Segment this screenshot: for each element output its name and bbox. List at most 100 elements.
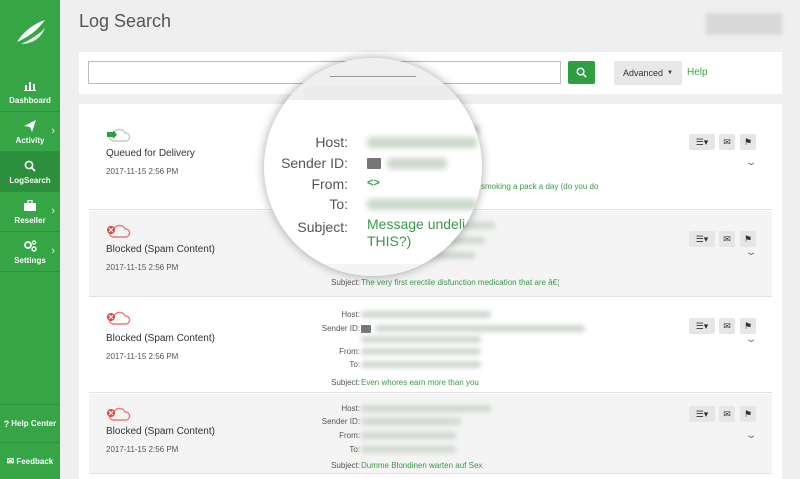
- magnifier-to-label: To:: [329, 196, 348, 212]
- email-button[interactable]: ✉: [719, 231, 735, 247]
- host-label: Host:: [341, 404, 360, 413]
- help-link[interactable]: Help: [687, 67, 708, 78]
- from-value-redacted: [361, 348, 481, 355]
- magnifier-overlay: Host: Sender ID: From: <> To: Subject: M…: [264, 58, 482, 276]
- sender-id-value-redacted: [361, 336, 481, 343]
- status-label: Blocked (Spam Content): [106, 244, 215, 255]
- search-button[interactable]: [568, 61, 595, 84]
- email-button[interactable]: ✉: [719, 318, 735, 334]
- magnifier-sender-id-label: Sender ID:: [281, 155, 348, 171]
- user-menu-button[interactable]: [706, 13, 782, 35]
- envelope-icon: ✉: [6, 456, 15, 466]
- flag-icon: ⚑: [743, 233, 753, 244]
- timestamp: 2017-11-15 2:56 PM: [106, 352, 179, 361]
- list-menu-button[interactable]: ☰▾: [689, 231, 715, 247]
- magnifier-from-value: <>: [367, 177, 380, 189]
- magnifier-sender-id-value-redacted: [387, 158, 447, 169]
- subject-value: Even whores earn more than you: [361, 378, 479, 387]
- host-value-redacted: [361, 405, 491, 412]
- expand-chevron-icon[interactable]: ⌄: [745, 334, 758, 345]
- cloud-blocked-icon: [107, 407, 131, 421]
- magnifier-subject-line-1: Message undeli: [367, 216, 466, 232]
- expand-chevron-icon[interactable]: ⌄: [745, 157, 758, 168]
- chevron-right-icon: ›: [51, 125, 55, 137]
- flag-button[interactable]: ⚑: [740, 406, 756, 422]
- wing-logo-icon: [17, 20, 45, 44]
- sidebar-item-label: Dashboard: [9, 95, 51, 105]
- list-menu-button[interactable]: ☰▾: [689, 134, 715, 150]
- magnifier-subject-label: Subject:: [297, 219, 348, 235]
- feedback-label: Feedback: [16, 457, 54, 466]
- envelope-icon: ✉: [723, 320, 731, 331]
- chevron-right-icon: ›: [51, 245, 55, 257]
- sidebar-item-label: Settings: [14, 255, 46, 265]
- help-center-link[interactable]: ? Help Center: [0, 404, 60, 442]
- sender-id-value-redacted: [375, 325, 585, 332]
- search-icon: [23, 159, 37, 173]
- bar-chart-icon: [23, 79, 37, 93]
- result-row[interactable]: Blocked (Spam Content) 2017-11-15 2:56 P…: [89, 394, 772, 474]
- expand-chevron-icon[interactable]: ⌄: [745, 430, 758, 441]
- gears-icon: [23, 239, 37, 253]
- feedback-link[interactable]: ✉ Feedback: [0, 442, 60, 479]
- sidebar: Dashboard Activity › LogSearch Reseller …: [0, 0, 60, 479]
- subject-label: Subject:: [331, 278, 360, 287]
- magnifier-host-value-redacted: [367, 137, 477, 148]
- email-button[interactable]: ✉: [719, 134, 735, 150]
- result-row[interactable]: Blocked (Spam Content) 2017-11-15 2:56 P…: [89, 298, 772, 393]
- subject-value: smoking a pack a day (do you do: [481, 182, 599, 191]
- advanced-label: Advanced: [623, 68, 664, 78]
- page-title: Log Search: [79, 11, 172, 31]
- subject-label: Subject:: [331, 461, 360, 470]
- list-icon: ☰▾: [695, 136, 709, 147]
- magnifier-subject-line-2: THIS?): [367, 233, 412, 249]
- subject-value: Dumme Blondinen warten auf Sex: [361, 461, 483, 470]
- flag-icon: ⚑: [743, 320, 753, 331]
- host-value-redacted: [361, 311, 491, 318]
- sidebar-item-settings[interactable]: Settings ›: [0, 232, 60, 272]
- sidebar-item-reseller[interactable]: Reseller ›: [0, 192, 60, 232]
- magnifier-from-label: From:: [311, 176, 348, 192]
- host-label: Host:: [341, 310, 360, 319]
- list-menu-button[interactable]: ☰▾: [689, 318, 715, 334]
- list-menu-button[interactable]: ☰▾: [689, 406, 715, 422]
- magnifier-row-divider: [264, 264, 482, 276]
- to-label: To:: [349, 445, 360, 454]
- status-label: Queued for Delivery: [106, 148, 195, 159]
- list-icon: ☰▾: [695, 233, 709, 244]
- status-label: Blocked (Spam Content): [106, 333, 215, 344]
- cloud-blocked-icon: [107, 224, 131, 238]
- id-card-icon: [367, 158, 381, 169]
- email-button[interactable]: ✉: [719, 406, 735, 422]
- brand-logo[interactable]: [0, 0, 60, 62]
- flag-button[interactable]: ⚑: [740, 318, 756, 334]
- magnifier-host-label: Host:: [315, 134, 348, 150]
- chevron-right-icon: ›: [51, 205, 55, 217]
- sidebar-item-dashboard[interactable]: Dashboard: [0, 72, 60, 112]
- paper-plane-icon: [23, 119, 37, 133]
- sender-id-label: Sender ID:: [321, 417, 360, 426]
- from-label: From:: [339, 347, 360, 356]
- search-icon: [576, 67, 587, 78]
- magnifier-subject-value: Message undeli THIS?): [367, 216, 465, 250]
- status-label: Blocked (Spam Content): [106, 426, 215, 437]
- cloud-blocked-icon: [107, 311, 131, 325]
- list-icon: ☰▾: [695, 320, 709, 331]
- sidebar-item-label: Activity: [15, 135, 45, 145]
- flag-button[interactable]: ⚑: [740, 134, 756, 150]
- flag-button[interactable]: ⚑: [740, 231, 756, 247]
- sidebar-item-activity[interactable]: Activity ›: [0, 112, 60, 152]
- sidebar-item-logsearch[interactable]: LogSearch: [0, 152, 60, 192]
- briefcase-icon: [23, 199, 37, 213]
- sender-id-label: Sender ID:: [321, 324, 360, 333]
- envelope-icon: ✉: [723, 408, 731, 419]
- from-label: From:: [339, 431, 360, 440]
- expand-chevron-icon[interactable]: ⌄: [745, 247, 758, 258]
- sidebar-item-label: LogSearch: [9, 175, 51, 185]
- envelope-icon: ✉: [723, 233, 731, 244]
- advanced-dropdown[interactable]: Advanced ▼: [614, 61, 682, 85]
- magnifier-to-value-redacted: [367, 199, 477, 210]
- envelope-icon: ✉: [723, 136, 731, 147]
- flag-icon: ⚑: [743, 136, 753, 147]
- to-label: To:: [349, 360, 360, 369]
